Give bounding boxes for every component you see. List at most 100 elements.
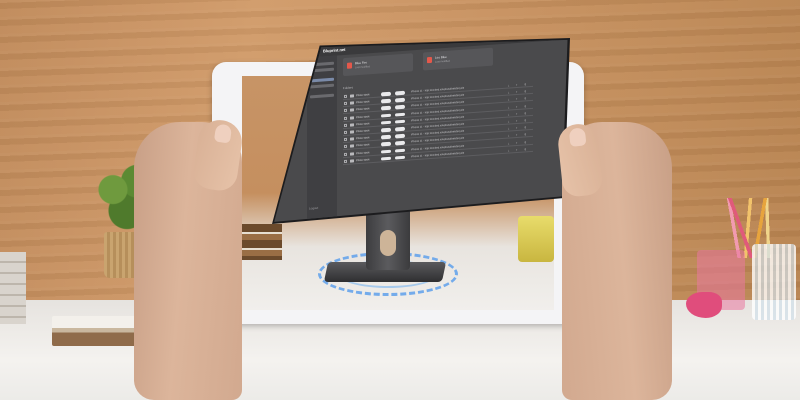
tag-pill: [395, 112, 405, 117]
tag-pill: [381, 134, 391, 140]
delete-icon[interactable]: ⇩: [524, 82, 527, 86]
row-checkbox[interactable]: [344, 159, 347, 163]
row-checkbox[interactable]: [344, 94, 347, 99]
logout-link[interactable]: Logout: [309, 206, 318, 211]
book-stack: [0, 252, 26, 324]
folder-icon: [350, 130, 354, 134]
folder-icon: [350, 137, 354, 141]
files-table: Folders Photo stack iPhone 11 - http://em…: [343, 71, 561, 206]
tag-pill: [395, 133, 405, 139]
tag-pill: [381, 98, 391, 104]
delete-icon[interactable]: ⇩: [524, 111, 527, 115]
folder-icon: [350, 101, 354, 105]
share-icon[interactable]: ↑: [516, 83, 518, 87]
sidebar-item[interactable]: [310, 93, 334, 99]
share-icon[interactable]: ↑: [516, 119, 518, 123]
tag-pill: [381, 142, 391, 147]
tag-pill: [381, 106, 391, 111]
tag-pill: [395, 141, 405, 146]
row-name: Photo stack: [356, 93, 370, 98]
row-name: Photo stack: [356, 136, 370, 141]
download-icon[interactable]: ↓: [508, 127, 510, 131]
row-name: Photo stack: [356, 150, 370, 155]
delete-icon[interactable]: ⇩: [524, 125, 527, 129]
share-icon[interactable]: ↑: [516, 140, 518, 144]
share-icon[interactable]: ↑: [516, 126, 518, 130]
monitor-stand-hole: [380, 230, 396, 256]
download-icon[interactable]: ↓: [508, 112, 510, 116]
delete-icon[interactable]: ⇩: [524, 89, 527, 93]
row-name: Photo stack: [356, 129, 370, 134]
share-icon[interactable]: ↑: [516, 148, 518, 152]
folder-icon: [350, 108, 354, 113]
folder-icon: [350, 123, 354, 127]
row-name: Photo stack: [356, 143, 370, 148]
folder-icon: [350, 115, 354, 120]
row-name: Photo stack: [356, 100, 370, 105]
tag-pill: [381, 91, 391, 96]
row-url: iPhone 11 - http://embed.io/upload/trak/…: [411, 151, 465, 159]
card-subtitle: Last modified: [355, 65, 370, 70]
folder-card[interactable]: Blue Fire Last modified: [343, 53, 413, 77]
folder-icon: [350, 94, 354, 98]
row-checkbox[interactable]: [344, 102, 347, 106]
sidebar-item[interactable]: [310, 83, 334, 89]
screen-jar: [518, 216, 554, 262]
folder-icon: [350, 151, 354, 156]
tag-pill: [381, 113, 391, 118]
delete-icon[interactable]: ⇩: [524, 97, 527, 101]
tag-pill: [395, 155, 405, 160]
tag-pill: [395, 97, 405, 103]
download-icon[interactable]: ↓: [508, 98, 510, 102]
row-checkbox[interactable]: [344, 152, 347, 156]
pink-brush: [686, 292, 722, 318]
share-icon[interactable]: ↑: [516, 90, 518, 94]
tag-pill: [395, 126, 405, 131]
screen-books: [242, 224, 282, 260]
tag-pill: [395, 148, 405, 153]
row-checkbox[interactable]: [344, 109, 347, 113]
download-icon[interactable]: ↓: [508, 134, 510, 138]
folder-icon: [427, 56, 432, 64]
row-checkbox[interactable]: [344, 123, 347, 127]
share-icon[interactable]: ↑: [516, 104, 518, 108]
row-checkbox[interactable]: [344, 116, 347, 120]
monitor-app-screen: Bluprint.net Robert Richardson Blue Fire…: [274, 39, 568, 222]
row-name: Photo stack: [356, 122, 370, 126]
delete-icon[interactable]: ⇩: [524, 118, 527, 122]
row-checkbox[interactable]: [344, 145, 347, 149]
thumbnail: [568, 127, 587, 147]
row-name: Photo stack: [356, 107, 370, 112]
delete-icon[interactable]: ⇩: [524, 147, 527, 151]
delete-icon[interactable]: ⇩: [524, 104, 527, 108]
row-checkbox[interactable]: [344, 138, 347, 142]
row-checkbox[interactable]: [344, 130, 347, 135]
sidebar-item-active[interactable]: [310, 77, 334, 83]
tag-pill: [395, 90, 405, 95]
thumbnail: [213, 123, 233, 144]
download-icon[interactable]: ↓: [508, 83, 510, 87]
share-icon[interactable]: ↑: [516, 112, 518, 116]
download-icon[interactable]: ↓: [508, 119, 510, 123]
tag-pill: [381, 127, 391, 132]
table-header: Folders: [343, 85, 354, 91]
tag-pill: [395, 105, 405, 110]
download-icon[interactable]: ↓: [508, 141, 510, 145]
delete-icon[interactable]: ⇩: [524, 140, 527, 144]
download-icon[interactable]: ↓: [508, 148, 510, 152]
delete-icon[interactable]: ⇩: [524, 133, 527, 137]
folder-icon: [347, 62, 352, 69]
row-name: Photo stack: [356, 158, 370, 162]
folder-icon: [350, 144, 354, 149]
download-icon[interactable]: ↓: [508, 91, 510, 95]
download-icon[interactable]: ↓: [508, 105, 510, 109]
folder-icon: [350, 159, 354, 163]
pencil-cup: [752, 244, 796, 320]
row-name: Photo stack: [356, 114, 370, 119]
tag-pill: [381, 120, 391, 125]
share-icon[interactable]: ↑: [516, 97, 518, 101]
app-brand: Bluprint.net: [323, 46, 346, 54]
tag-pill: [381, 156, 391, 161]
folder-card[interactable]: Leo Blue Last modified: [423, 47, 493, 71]
share-icon[interactable]: ↑: [516, 133, 518, 137]
